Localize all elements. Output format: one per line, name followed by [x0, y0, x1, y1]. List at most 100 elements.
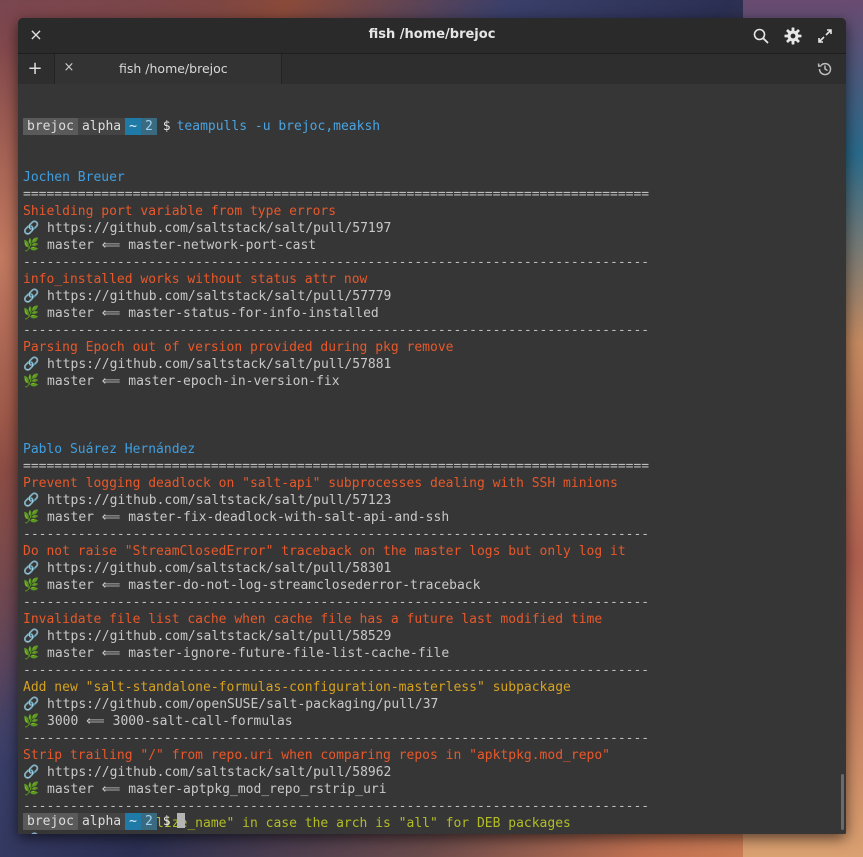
- command-line: brejoc alpha ~2 $ teampulls -u brejoc,meaksh: [23, 118, 649, 135]
- prompt-host: alpha: [77, 118, 126, 135]
- pull-url: 🔗 https://github.com/saltstack/salt/pull…: [23, 764, 649, 781]
- link-icon: 🔗: [23, 221, 40, 236]
- leaf-icon: 🌿: [23, 646, 40, 661]
- pull-branch-text: 3000 ⟸ 3000-salt-call-formulas: [47, 714, 293, 729]
- prompt-user: brejoc: [23, 118, 78, 135]
- pull-url-text: https://github.com/saltstack/salt/pull/5…: [47, 765, 392, 780]
- leaf-icon: 🌿: [23, 374, 40, 389]
- titlebar: × fish /home/brejoc: [18, 18, 846, 54]
- pull-branch-text: master ⟸ master-ignore-future-file-list-…: [47, 646, 450, 661]
- leaf-icon: 🌿: [23, 714, 40, 729]
- pull-title: info_installed works without status attr…: [23, 272, 368, 287]
- terminal-window: × fish /home/brejoc + × fish /home/brejo…: [18, 18, 846, 834]
- link-icon: 🔗: [23, 357, 40, 372]
- pull-title: Do not raise "StreamClosedError" traceba…: [23, 544, 626, 559]
- prompt-symbol: $: [162, 119, 171, 134]
- pull-title: Shielding port variable from type errors: [23, 204, 337, 219]
- pull-url-text: https://github.com/saltstack/salt/pull/5…: [47, 629, 392, 644]
- link-icon: 🔗: [23, 697, 40, 712]
- separator-single: ----------------------------------------…: [23, 731, 650, 746]
- pull-branch: 🌿 master ⟸ master-epoch-in-version-fix: [23, 373, 649, 390]
- pull-branch-text: master ⟸ master-do-not-log-streamclosede…: [47, 578, 481, 593]
- prompt-dir: ~: [125, 118, 141, 135]
- leaf-icon: 🌿: [23, 578, 40, 593]
- prompt-jobs: 2: [140, 813, 157, 830]
- tab-label: fish /home/brejoc: [119, 61, 228, 76]
- output-lines: brejoc alpha ~2 $ teampulls -u brejoc,meaksh…: [23, 84, 649, 834]
- pull-url: 🔗 https://github.com/saltstack/salt/pull…: [23, 288, 649, 305]
- pull-branch: 🌿 3000 ⟸ 3000-salt-call-formulas: [23, 713, 649, 730]
- command-name: teampulls: [176, 119, 248, 134]
- separator-single: ----------------------------------------…: [23, 255, 650, 270]
- separator-single: ----------------------------------------…: [23, 527, 650, 542]
- pull-branch: 🌿 master ⟸ master-network-port-cast: [23, 237, 649, 254]
- pull-branch-text: master ⟸ master-aptpkg_mod_repo_rstrip_u…: [47, 782, 387, 797]
- separator-single: ----------------------------------------…: [23, 663, 650, 678]
- link-icon: 🔗: [23, 765, 40, 780]
- link-icon: 🔗: [23, 493, 40, 508]
- prompt: brejoc alpha ~2 $: [23, 118, 177, 135]
- link-icon: 🔗: [23, 561, 40, 576]
- close-tab-icon[interactable]: ×: [61, 60, 77, 76]
- window-title: fish /home/brejoc: [368, 27, 496, 42]
- pull-branch-text: master ⟸ master-network-port-cast: [47, 238, 317, 253]
- pull-title: Parsing Epoch out of version provided du…: [23, 340, 454, 355]
- tab-fish[interactable]: × fish /home/brejoc: [54, 54, 282, 84]
- prompt-symbol: $: [162, 814, 171, 829]
- pull-branch-text: master ⟸ master-status-for-info-installe…: [47, 306, 379, 321]
- tab-bar: + × fish /home/brejoc: [18, 54, 846, 85]
- pull-branch: 🌿 master ⟸ master-status-for-info-instal…: [23, 305, 649, 322]
- pull-branch: 🌿 master ⟸ master-ignore-future-file-lis…: [23, 645, 649, 662]
- leaf-icon: 🌿: [23, 510, 40, 525]
- pull-url: 🔗 https://github.com/saltstack/salt/pull…: [23, 832, 649, 834]
- author-name: Pablo Suárez Hernández: [23, 442, 196, 457]
- pull-branch-text: master ⟸ master-epoch-in-version-fix: [47, 374, 340, 389]
- gear-icon[interactable]: [782, 25, 804, 47]
- terminal-output[interactable]: brejoc alpha ~2 $ teampulls -u brejoc,meaksh…: [18, 84, 846, 834]
- pull-branch: 🌿 master ⟸ master-do-not-log-streamclose…: [23, 577, 649, 594]
- leaf-icon: 🌿: [23, 238, 40, 253]
- separator-double: ========================================…: [23, 187, 650, 202]
- pull-url: 🔗 https://github.com/saltstack/salt/pull…: [23, 356, 649, 373]
- pull-url-text: https://github.com/saltstack/salt/pull/5…: [47, 493, 392, 508]
- pull-title: Strip trailing "/" from repo.uri when co…: [23, 748, 610, 763]
- pull-url: 🔗 https://github.com/openSUSE/salt-packa…: [23, 696, 649, 713]
- prompt-dir: ~: [125, 813, 141, 830]
- pull-title: Invalidate file list cache when cache fi…: [23, 612, 603, 627]
- leaf-icon: 🌿: [23, 782, 40, 797]
- pull-url-text: https://github.com/saltstack/salt/pull/5…: [47, 561, 392, 576]
- pull-url-text: https://github.com/openSUSE/salt-packagi…: [47, 697, 439, 712]
- leaf-icon: 🌿: [23, 306, 40, 321]
- separator-double: ========================================…: [23, 459, 650, 474]
- pull-url: 🔗 https://github.com/saltstack/salt/pull…: [23, 220, 649, 237]
- current-prompt-line[interactable]: brejoc alpha ~2 $: [23, 813, 185, 830]
- command-args: -u brejoc,meaksh: [247, 119, 381, 134]
- text-cursor: [176, 813, 185, 828]
- pull-branch: 🌿 master ⟸ master-aptpkg_mod_repo_rstrip…: [23, 781, 649, 798]
- pull-url-text: https://github.com/saltstack/salt/pull/5…: [47, 221, 392, 236]
- pull-url-text: https://github.com/saltstack/salt/pull/5…: [47, 289, 392, 304]
- pull-url-text: https://github.com/saltstack/salt/pull/5…: [47, 833, 391, 834]
- history-icon[interactable]: [814, 58, 836, 80]
- scrollbar[interactable]: [841, 774, 844, 830]
- pull-url: 🔗 https://github.com/saltstack/salt/pull…: [23, 492, 649, 509]
- pull-url: 🔗 https://github.com/saltstack/salt/pull…: [23, 628, 649, 645]
- pull-title: Prevent logging deadlock on "salt-api" s…: [23, 476, 618, 491]
- maximize-icon[interactable]: [814, 25, 836, 47]
- pull-title: Add new "salt-standalone-formulas-config…: [23, 680, 571, 695]
- link-icon: 🔗: [23, 833, 39, 834]
- separator-single: ----------------------------------------…: [23, 323, 650, 338]
- new-tab-button[interactable]: +: [24, 58, 46, 80]
- pull-branch-text: master ⟸ master-fix-deadlock-with-salt-a…: [47, 510, 450, 525]
- pull-url-text: https://github.com/saltstack/salt/pull/5…: [47, 357, 392, 372]
- pull-url: 🔗 https://github.com/saltstack/salt/pull…: [23, 560, 649, 577]
- prompt-jobs: 2: [140, 118, 157, 135]
- link-icon: 🔗: [23, 289, 40, 304]
- separator-single: ----------------------------------------…: [23, 595, 650, 610]
- search-icon[interactable]: [750, 25, 772, 47]
- author-name: Jochen Breuer: [23, 170, 125, 185]
- link-icon: 🔗: [23, 629, 40, 644]
